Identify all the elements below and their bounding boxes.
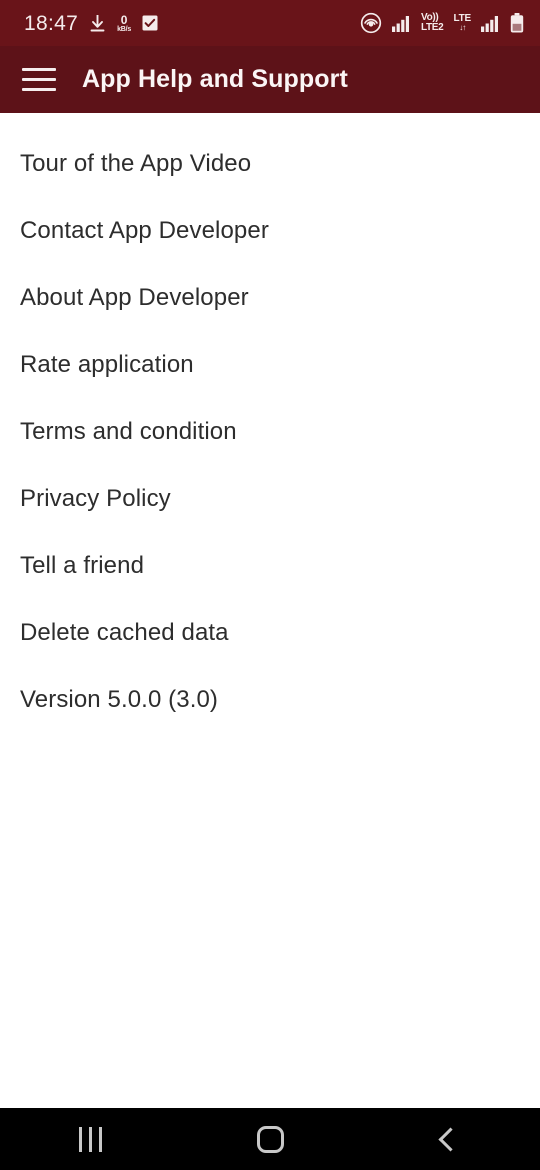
home-icon <box>256 1125 284 1153</box>
menu-item-privacy-policy[interactable]: Privacy Policy <box>0 465 540 532</box>
list-item-label: Rate application <box>20 350 194 378</box>
recents-bar <box>78 1126 82 1152</box>
status-bar-right-cluster: Vo)) LTE2 LTE ↓↑ <box>360 12 524 34</box>
status-bar-left-cluster: 18:47 0 kB/s <box>24 13 158 34</box>
network-speed-value: 0 <box>120 12 128 27</box>
signal-bars-icon <box>391 15 409 32</box>
list-item-label: Tour of the App Video <box>20 149 252 177</box>
status-bar-clock: 18:47 <box>24 11 79 35</box>
recents-bar <box>98 1126 102 1152</box>
lte-data-arrows-icon: ↓↑ <box>459 23 466 33</box>
phone-screen: 18:47 0 kB/s Vo)) LTE2 LTE ↓↑ App Help a… <box>0 0 540 1170</box>
back-button[interactable] <box>360 1108 540 1170</box>
menu-item-version: Version 5.0.0 (3.0) <box>0 666 540 733</box>
list-item-label: Terms and condition <box>20 417 237 445</box>
menu-item-rate-application[interactable]: Rate application <box>0 331 540 398</box>
menu-item-delete-cached-data[interactable]: Delete cached data <box>0 599 540 666</box>
app-bar: App Help and Support <box>0 46 540 113</box>
lte-indicator: LTE ↓↑ <box>453 13 471 33</box>
recents-button[interactable] <box>0 1108 180 1170</box>
recents-icon <box>78 1126 102 1152</box>
menu-item-tell-a-friend[interactable]: Tell a friend <box>0 532 540 599</box>
network-speed-indicator: 0 kB/s <box>117 14 131 33</box>
hamburger-bar <box>22 88 56 91</box>
page-title: App Help and Support <box>82 65 348 93</box>
battery-icon <box>510 13 524 33</box>
system-navigation-bar <box>0 1108 540 1170</box>
back-chevron-icon <box>437 1126 463 1152</box>
menu-item-contact-app-developer[interactable]: Contact App Developer <box>0 197 540 264</box>
menu-item-about-app-developer[interactable]: About App Developer <box>0 264 540 331</box>
list-item-label: Tell a friend <box>20 551 145 579</box>
signal-bars-icon <box>481 15 498 32</box>
home-button[interactable] <box>180 1108 360 1170</box>
recents-bar <box>88 1126 92 1152</box>
list-item-label: Delete cached data <box>20 618 229 646</box>
hamburger-bar <box>22 78 56 81</box>
volte-line2: LTE2 <box>420 22 444 33</box>
hotspot-broadcast-icon <box>360 12 382 34</box>
hamburger-bar <box>22 68 56 71</box>
status-bar: 18:47 0 kB/s Vo)) LTE2 LTE ↓↑ <box>0 0 540 46</box>
list-item-label: Privacy Policy <box>20 484 171 512</box>
menu-item-terms-and-condition[interactable]: Terms and condition <box>0 398 540 465</box>
volte-indicator: Vo)) LTE2 <box>420 12 444 34</box>
download-arrow-icon <box>90 14 105 31</box>
hamburger-menu-icon[interactable] <box>18 59 60 101</box>
list-item-label: Contact App Developer <box>20 216 269 244</box>
checkbox-checked-icon <box>142 15 158 31</box>
network-speed-unit: kB/s <box>117 25 132 33</box>
list-item-label: About App Developer <box>20 283 249 311</box>
menu-list: Tour of the App Video Contact App Develo… <box>0 113 540 1108</box>
menu-item-tour-of-the-app-video[interactable]: Tour of the App Video <box>0 130 540 197</box>
list-item-label: Version 5.0.0 (3.0) <box>20 685 219 713</box>
